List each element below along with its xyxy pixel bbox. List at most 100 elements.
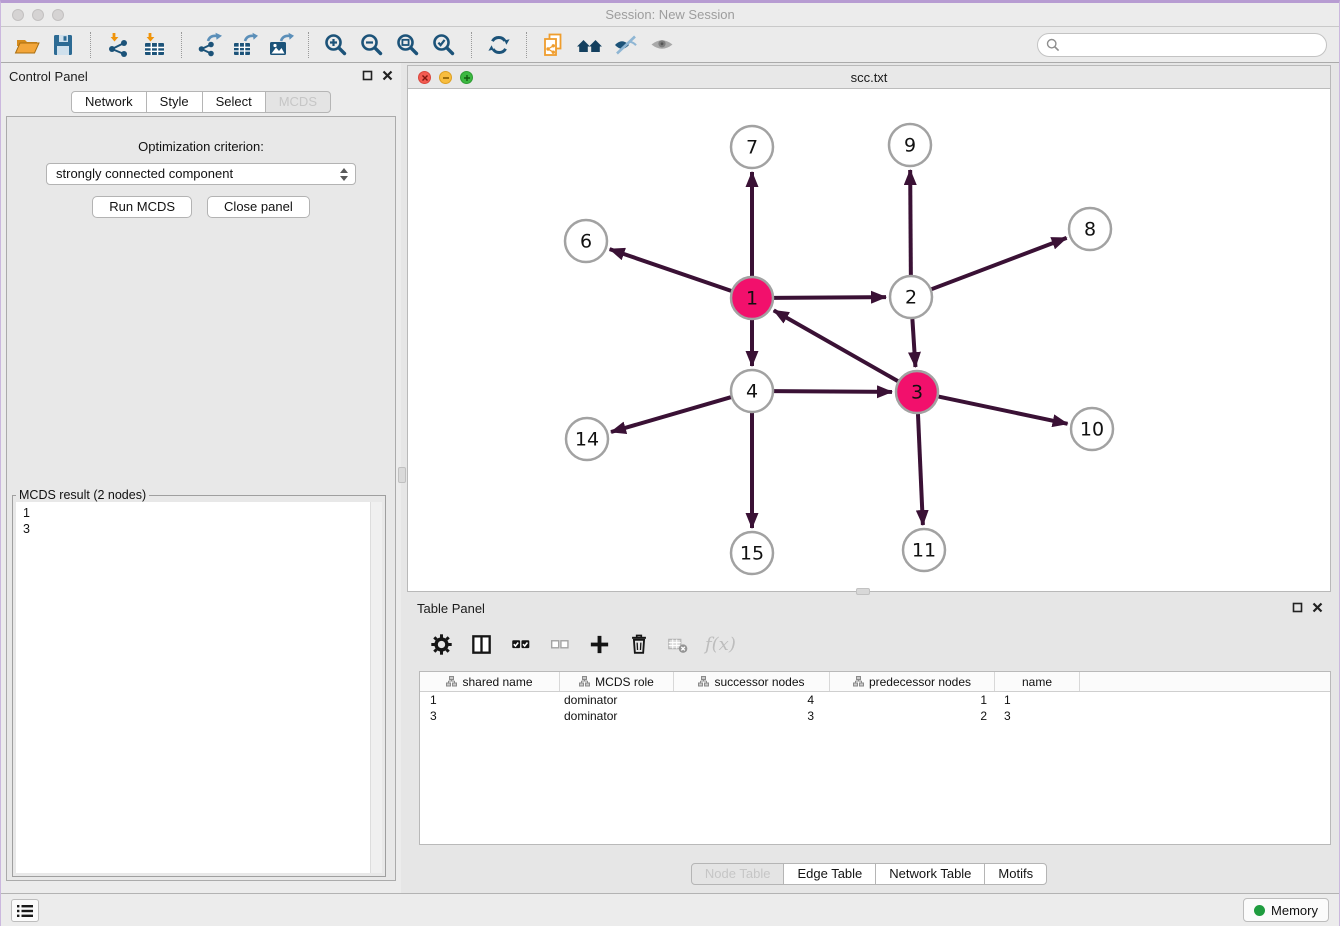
table-cell[interactable]: dominator: [560, 692, 674, 708]
table-cell[interactable]: 4: [674, 692, 830, 708]
mcds-result-area[interactable]: 1 3: [16, 502, 382, 873]
network-canvas[interactable]: 7 9 6 8 1 2 4 3 14 10 15 11: [408, 89, 1332, 592]
import-table-icon: [141, 32, 167, 58]
delete-column-button[interactable]: [627, 632, 651, 656]
tab-edge-table[interactable]: Edge Table: [783, 863, 876, 885]
column-header-MCDS-role[interactable]: MCDS role: [560, 672, 674, 691]
table-toolbar: f(x): [419, 625, 1331, 663]
tab-select[interactable]: Select: [202, 91, 266, 113]
tab-mcds[interactable]: MCDS: [265, 91, 331, 113]
create-column-button[interactable]: [587, 632, 612, 657]
open-file-button[interactable]: [9, 30, 45, 60]
minimize-window-button[interactable]: [32, 9, 44, 21]
double-home-icon: [576, 32, 604, 58]
edge-4-14[interactable]: [611, 397, 731, 432]
table-cell[interactable]: 3: [995, 708, 1080, 724]
table-row[interactable]: 3dominator323: [420, 708, 1330, 724]
edge-2-9[interactable]: [910, 170, 911, 275]
vertical-splitter-handle[interactable]: [398, 467, 406, 483]
mcds-result-title: MCDS result (2 nodes): [16, 488, 149, 502]
column-header-shared-name[interactable]: shared name: [420, 672, 560, 691]
node-10[interactable]: 10: [1071, 408, 1113, 450]
edge-1-6[interactable]: [610, 249, 732, 291]
memory-button[interactable]: Memory: [1243, 898, 1329, 922]
node-2[interactable]: 2: [890, 276, 932, 318]
zoom-in-button[interactable]: [318, 30, 354, 60]
clone-network-icon: [541, 32, 567, 58]
export-table-button[interactable]: [227, 30, 263, 60]
node-8[interactable]: 8: [1069, 208, 1111, 250]
node-7[interactable]: 7: [731, 126, 773, 168]
table-cell[interactable]: 1: [995, 692, 1080, 708]
result-scrollbar[interactable]: [370, 502, 382, 873]
edge-1-2[interactable]: [774, 297, 886, 298]
float-panel-icon[interactable]: [362, 70, 373, 81]
search-input[interactable]: [1037, 33, 1327, 57]
column-header-name[interactable]: name: [995, 672, 1080, 691]
zoom-window-button[interactable]: [52, 9, 64, 21]
import-table-button[interactable]: [136, 30, 172, 60]
edge-2-3[interactable]: [912, 319, 915, 367]
delete-table-button-disabled: [666, 632, 690, 656]
close-panel-icon[interactable]: [382, 70, 393, 81]
edge-4-3[interactable]: [774, 391, 892, 392]
close-panel-button[interactable]: Close panel: [207, 196, 310, 218]
task-history-button[interactable]: [11, 899, 39, 922]
table-cell[interactable]: 1: [420, 692, 560, 708]
window-title: Session: New Session: [1, 3, 1339, 27]
save-session-button[interactable]: [45, 30, 81, 60]
edge-2-8[interactable]: [932, 238, 1067, 289]
table-settings-button[interactable]: [429, 632, 454, 657]
edge-3-1[interactable]: [774, 310, 898, 381]
network-minimize-button[interactable]: [439, 71, 452, 84]
show-all-button[interactable]: [644, 30, 680, 60]
close-panel-icon[interactable]: [1312, 602, 1323, 613]
table-row[interactable]: 1dominator411: [420, 692, 1330, 708]
tab-node-table[interactable]: Node Table: [691, 863, 785, 885]
edge-3-11[interactable]: [918, 414, 923, 525]
export-image-button[interactable]: [263, 30, 299, 60]
column-header-successor-nodes[interactable]: successor nodes: [674, 672, 830, 691]
tab-style[interactable]: Style: [146, 91, 203, 113]
column-type-icon: [853, 676, 864, 687]
tab-network-table[interactable]: Network Table: [875, 863, 985, 885]
close-window-button[interactable]: [12, 9, 24, 21]
network-zoom-button[interactable]: [460, 71, 473, 84]
node-4[interactable]: 4: [731, 370, 773, 412]
node-14[interactable]: 14: [566, 418, 608, 460]
network-close-button[interactable]: [418, 71, 431, 84]
zoom-fit-button[interactable]: [390, 30, 426, 60]
zoom-selected-button[interactable]: [426, 30, 462, 60]
first-neighbors-button[interactable]: [572, 30, 608, 60]
import-network-button[interactable]: [100, 30, 136, 60]
tab-motifs[interactable]: Motifs: [984, 863, 1047, 885]
export-network-button[interactable]: [191, 30, 227, 60]
unselect-all-columns-button[interactable]: [548, 632, 572, 656]
node-11[interactable]: 11: [903, 529, 945, 571]
refresh-style-button[interactable]: [481, 30, 517, 60]
table-cell[interactable]: 1: [830, 692, 995, 708]
table-cell[interactable]: 3: [674, 708, 830, 724]
toolbar-divider: [90, 32, 91, 58]
float-panel-icon[interactable]: [1292, 602, 1303, 613]
hide-selected-button[interactable]: [608, 30, 644, 60]
table-cell[interactable]: dominator: [560, 708, 674, 724]
run-mcds-button[interactable]: Run MCDS: [92, 196, 192, 218]
column-type-icon: [698, 676, 709, 687]
table-cell[interactable]: 3: [420, 708, 560, 724]
node-15[interactable]: 15: [731, 532, 773, 574]
horizontal-splitter-handle[interactable]: [856, 588, 870, 595]
node-1[interactable]: 1: [731, 277, 773, 319]
show-columns-button[interactable]: [469, 632, 494, 657]
column-header-predecessor-nodes[interactable]: predecessor nodes: [830, 672, 995, 691]
node-6[interactable]: 6: [565, 220, 607, 262]
tab-network[interactable]: Network: [71, 91, 147, 113]
node-3[interactable]: 3: [896, 371, 938, 413]
table-cell[interactable]: 2: [830, 708, 995, 724]
select-all-columns-button[interactable]: [509, 632, 533, 656]
criterion-select[interactable]: strongly connected component: [46, 163, 356, 185]
node-9[interactable]: 9: [889, 124, 931, 166]
zoom-out-button[interactable]: [354, 30, 390, 60]
edge-3-10[interactable]: [939, 397, 1068, 424]
clone-network-button[interactable]: [536, 30, 572, 60]
